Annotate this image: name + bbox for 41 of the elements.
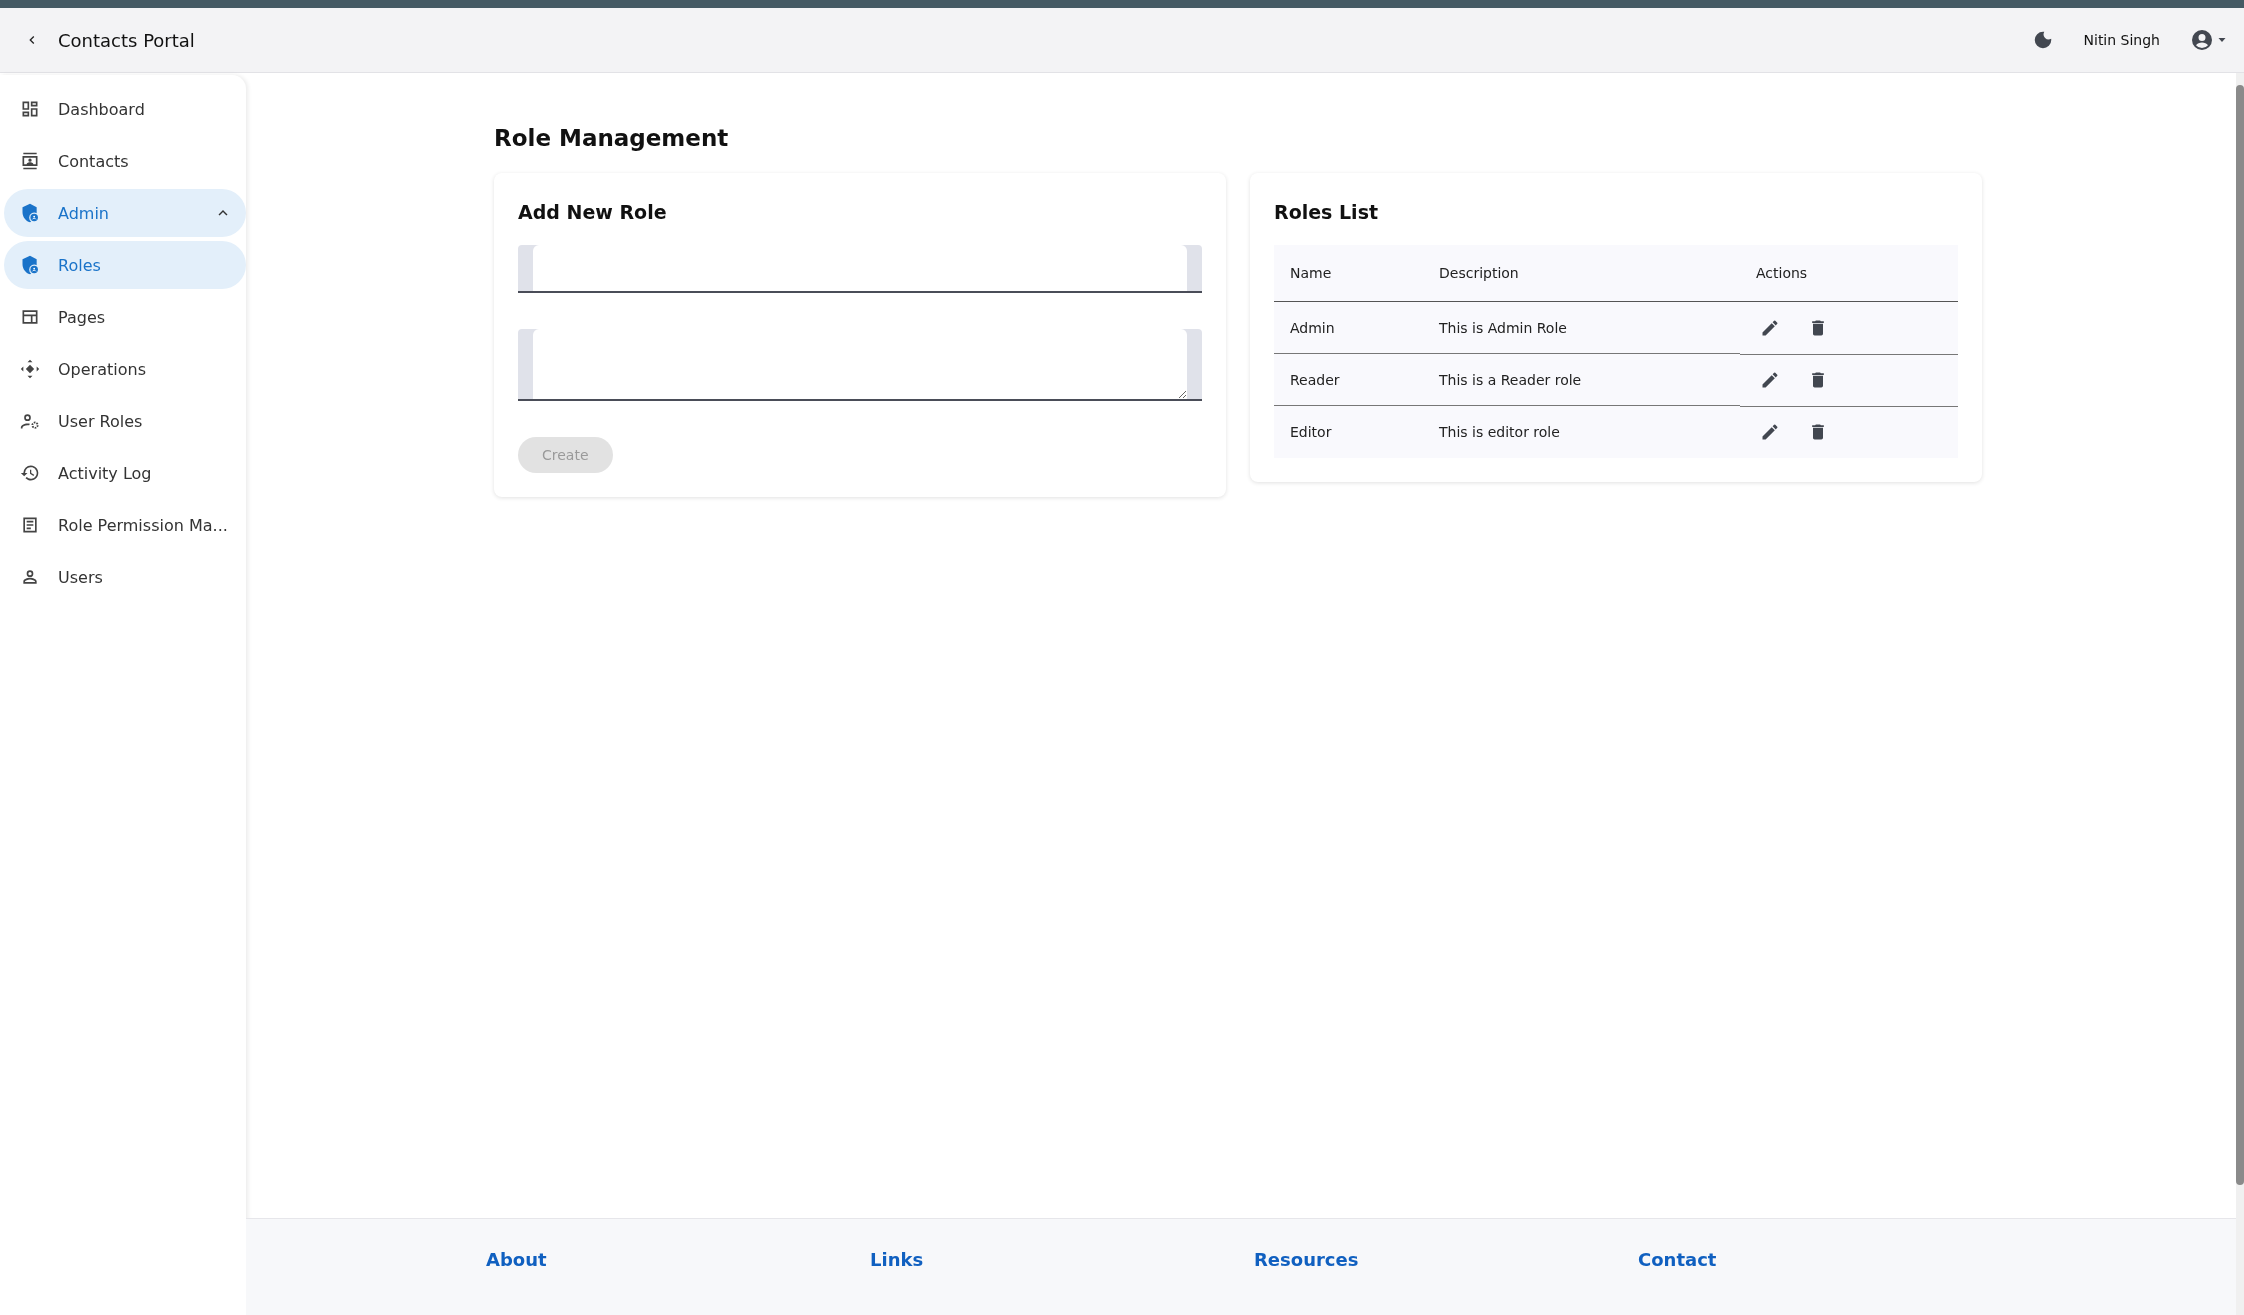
table-cell: Editor xyxy=(1274,405,1423,458)
sidebar-item[interactable]: Contacts xyxy=(4,137,246,185)
sidebar-item[interactable]: Operations xyxy=(4,345,246,393)
page-title: Role Management xyxy=(494,125,730,151)
app-title: Contacts Portal xyxy=(58,29,195,51)
history-icon xyxy=(20,463,40,483)
sidebar-item[interactable]: Role Permission Ma... xyxy=(4,501,246,549)
column-header: Actions xyxy=(1740,245,1958,302)
footer-heading: About xyxy=(486,1249,548,1272)
table-cell: This is Admin Role xyxy=(1423,301,1740,354)
card-title: Add New Role xyxy=(518,201,668,223)
column-header: Name xyxy=(1274,245,1423,302)
contact-card-icon xyxy=(20,151,40,171)
scrollbar[interactable] xyxy=(2236,73,2244,1315)
layout-icon xyxy=(20,307,40,327)
card-title: Roles List xyxy=(1274,201,1380,223)
text-area-field[interactable] xyxy=(518,329,1202,401)
sidebar-item[interactable]: Dashboard xyxy=(4,85,246,133)
dashboard-icon xyxy=(20,99,40,119)
table-cell: Reader xyxy=(1274,353,1423,406)
sidebar-item[interactable]: Users xyxy=(4,553,246,601)
diamond-arrows-icon xyxy=(20,359,40,379)
footer-heading: Links xyxy=(870,1249,925,1272)
sidebar-item[interactable]: Roles xyxy=(4,241,246,289)
user-gear-icon xyxy=(20,411,40,431)
input-field[interactable] xyxy=(518,245,1202,293)
table-cell: This is a Reader role xyxy=(1423,353,1740,406)
table-cell: Admin xyxy=(1274,301,1423,354)
footer-heading: Resources xyxy=(1254,1249,1360,1272)
person-icon xyxy=(20,567,40,587)
table-cell: This is editor role xyxy=(1423,405,1740,458)
document-icon xyxy=(20,515,40,535)
shield-icon xyxy=(20,255,40,275)
footer-heading: Contact xyxy=(1638,1249,1718,1272)
user-name: Nitin Singh xyxy=(2083,32,2160,48)
sidebar-item[interactable]: Admin xyxy=(4,189,246,237)
sidebar-item[interactable]: User Roles xyxy=(4,397,246,445)
column-header: Description xyxy=(1423,245,1740,302)
shield-icon xyxy=(20,203,40,223)
sidebar-item[interactable]: Pages xyxy=(4,293,246,341)
sidebar-item[interactable]: Activity Log xyxy=(4,449,246,497)
